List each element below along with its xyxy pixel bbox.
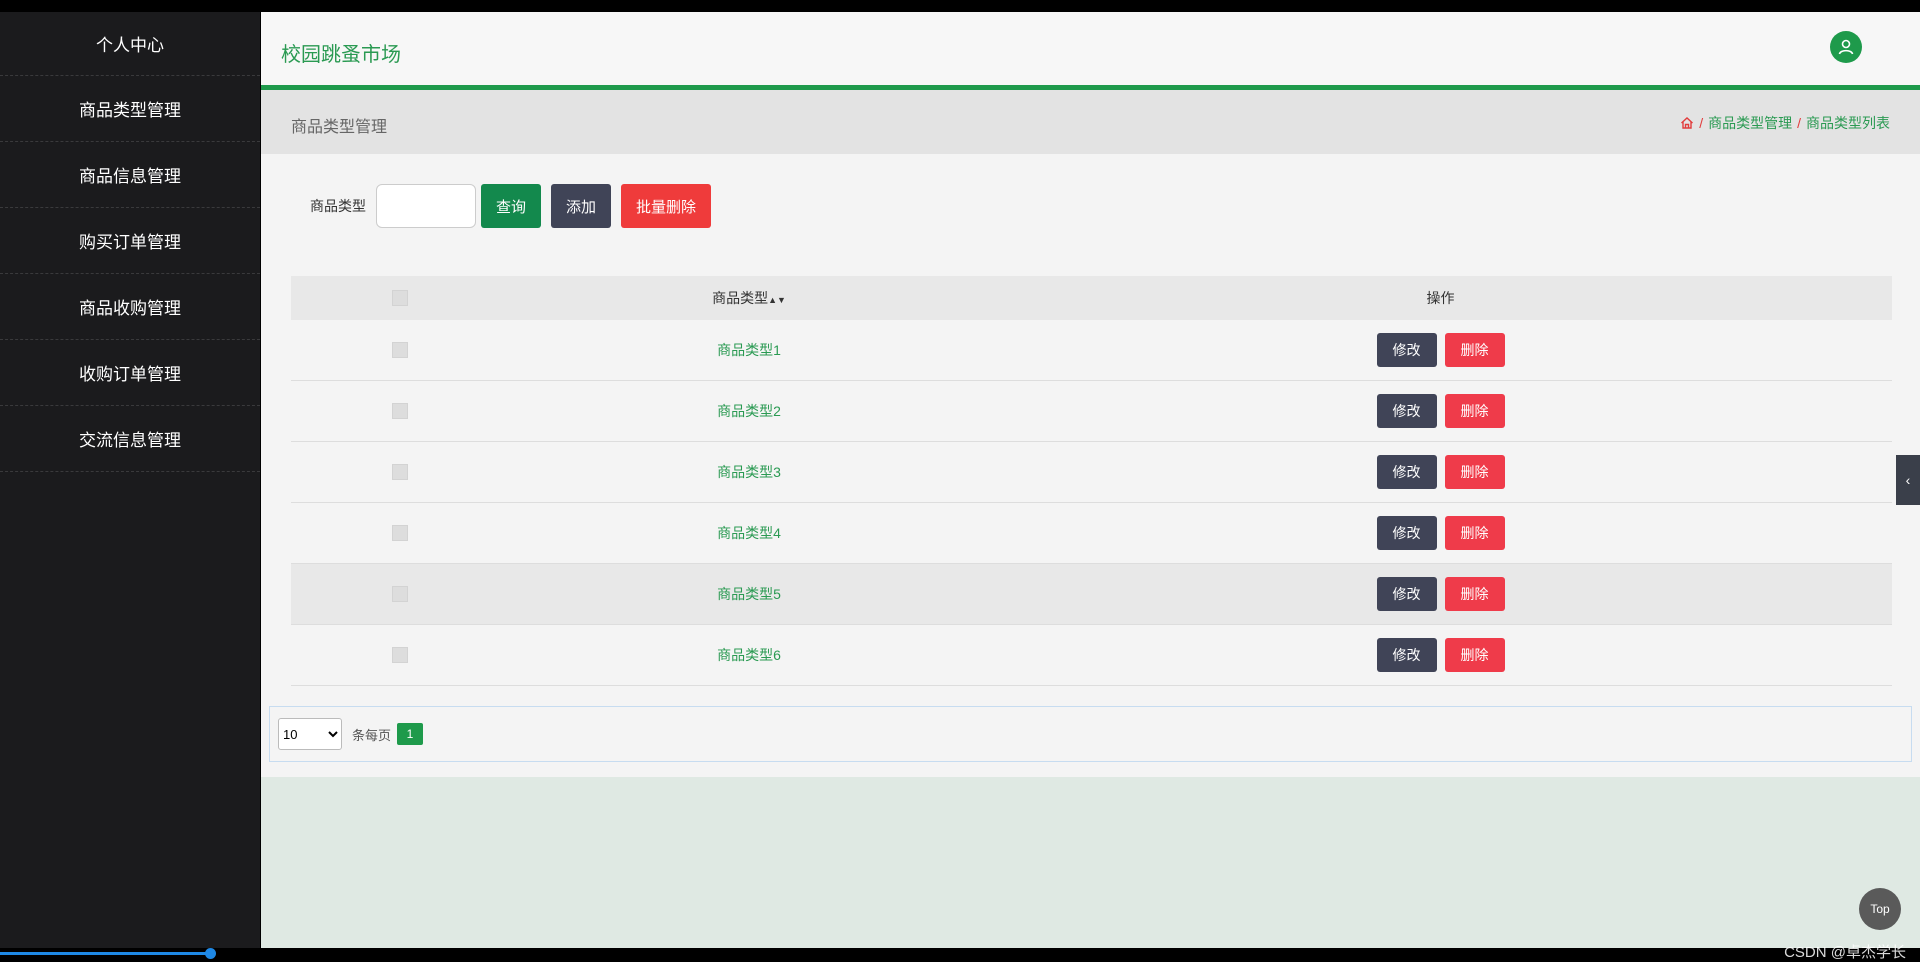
row-check-cell [291,403,509,419]
edit-button[interactable]: 修改 [1376,394,1437,428]
page-header: 商品类型管理 / 商品类型管理 / 商品类型列表 [261,90,1920,154]
row-check-cell [291,525,509,541]
sidebar-item-label: 商品类型管理 [79,101,181,120]
row-actions: 修改 删除 [989,516,1892,550]
row-check-cell [291,647,509,663]
sidebar-item-label: 商品收购管理 [79,299,181,318]
row-checkbox[interactable] [392,586,408,602]
avatar[interactable] [1830,31,1862,63]
row-check-cell [291,342,509,358]
batch-delete-button[interactable]: 批量删除 [621,184,711,228]
app-frame: 个人中心 商品类型管理 商品信息管理 购买订单管理 商品收购管理 收购订单管理 … [0,12,1920,961]
sidebar-item-acquisition-orders[interactable]: 收购订单管理 [0,340,260,406]
table-row: 商品类型6 修改 删除 [291,625,1892,686]
chevron-left-icon: ‹ [1905,472,1911,488]
query-button[interactable]: 查询 [481,184,541,228]
content-panel: 商品类型 查询 添加 批量删除 商品类型▲▼ 操作 商品类型1 修改 删除 商品… [261,154,1920,777]
panel-toggle[interactable]: ‹ [1896,455,1920,505]
edit-button[interactable]: 修改 [1376,516,1437,550]
video-progress-bar[interactable] [0,952,210,955]
select-all-cell [291,290,509,306]
sidebar-item-label: 收购订单管理 [79,365,181,384]
category-table: 商品类型▲▼ 操作 商品类型1 修改 删除 商品类型2 修改 删除 商品类型3 … [291,276,1892,686]
sidebar-item-personal-center[interactable]: 个人中心 [0,12,260,76]
main-area: 校园跳蚤市场 商品类型管理 / 商品类型管理 / 商品类型列表 商品类型 查询 … [261,12,1920,961]
column-header-label: 商品类型 [712,290,769,306]
breadcrumb: / 商品类型管理 / 商品类型列表 [1680,113,1890,133]
category-name[interactable]: 商品类型1 [509,340,989,360]
category-name[interactable]: 商品类型5 [509,584,989,604]
watermark: CSDN @卓杰学长 [1784,944,1906,961]
breadcrumb-item[interactable]: 商品类型列表 [1806,113,1890,133]
row-actions: 修改 删除 [989,333,1892,367]
row-actions: 修改 删除 [989,394,1892,428]
edit-button[interactable]: 修改 [1376,638,1437,672]
breadcrumb-separator: / [1797,115,1801,131]
row-checkbox[interactable] [392,647,408,663]
home-icon[interactable] [1680,116,1694,130]
sidebar-item-messages[interactable]: 交流信息管理 [0,406,260,472]
page-number-button[interactable]: 1 [397,723,424,745]
row-actions: 修改 删除 [989,577,1892,611]
top-bar: 校园跳蚤市场 [261,12,1920,90]
sidebar-item-product-management[interactable]: 商品信息管理 [0,142,260,208]
delete-button[interactable]: 删除 [1444,333,1505,367]
user-icon [1838,39,1854,55]
category-name[interactable]: 商品类型2 [509,401,989,421]
sidebar-item-acquisitions[interactable]: 商品收购管理 [0,274,260,340]
breadcrumb-separator: / [1699,115,1704,131]
edit-button[interactable]: 修改 [1376,577,1437,611]
page-title: 商品类型管理 [291,119,388,136]
table-row: 商品类型3 修改 删除 [291,442,1892,503]
column-header-op: 操作 [1426,290,1455,306]
video-progress-handle[interactable] [205,948,216,959]
column-header-type[interactable]: 商品类型▲▼ [509,288,989,308]
delete-button[interactable]: 删除 [1444,455,1505,489]
delete-button[interactable]: 删除 [1444,638,1505,672]
row-actions: 修改 删除 [989,638,1892,672]
row-actions: 修改 删除 [989,455,1892,489]
page-size-select[interactable]: 10 [278,718,342,750]
row-check-cell [291,586,509,602]
sidebar-item-label: 购买订单管理 [79,233,181,252]
search-input[interactable] [376,184,476,228]
row-checkbox[interactable] [392,464,408,480]
row-checkbox[interactable] [392,403,408,419]
edit-button[interactable]: 修改 [1376,333,1437,367]
delete-button[interactable]: 删除 [1444,394,1505,428]
sidebar-item-label: 交流信息管理 [79,431,181,450]
table-row: 商品类型5 修改 删除 [291,564,1892,625]
table-row: 商品类型2 修改 删除 [291,381,1892,442]
sidebar-item-label: 个人中心 [96,36,164,55]
delete-button[interactable]: 删除 [1444,577,1505,611]
site-title: 校园跳蚤市场 [281,44,401,66]
search-bar: 商品类型 查询 添加 批量删除 [310,184,711,228]
search-label: 商品类型 [310,198,366,214]
row-checkbox[interactable] [392,525,408,541]
sidebar: 个人中心 商品类型管理 商品信息管理 购买订单管理 商品收购管理 收购订单管理 … [0,12,260,948]
per-page-label: 条每页 [352,727,392,743]
sidebar-item-label: 商品信息管理 [79,167,181,186]
table-row: 商品类型4 修改 删除 [291,503,1892,564]
category-name[interactable]: 商品类型3 [509,462,989,482]
add-button[interactable]: 添加 [551,184,611,228]
row-checkbox[interactable] [392,342,408,358]
breadcrumb-item[interactable]: 商品类型管理 [1708,113,1792,133]
pagination: 10 条每页 1 [269,706,1912,762]
back-to-top-button[interactable]: Top [1859,888,1901,930]
row-check-cell [291,464,509,480]
select-all-checkbox[interactable] [392,290,408,306]
sidebar-item-category-management[interactable]: 商品类型管理 [0,76,260,142]
edit-button[interactable]: 修改 [1376,455,1437,489]
sidebar-item-purchase-orders[interactable]: 购买订单管理 [0,208,260,274]
delete-button[interactable]: 删除 [1444,516,1505,550]
sort-icon[interactable]: ▲▼ [768,295,786,305]
category-name[interactable]: 商品类型6 [509,645,989,665]
table-header: 商品类型▲▼ 操作 [291,276,1892,320]
table-row: 商品类型1 修改 删除 [291,320,1892,381]
category-name[interactable]: 商品类型4 [509,523,989,543]
